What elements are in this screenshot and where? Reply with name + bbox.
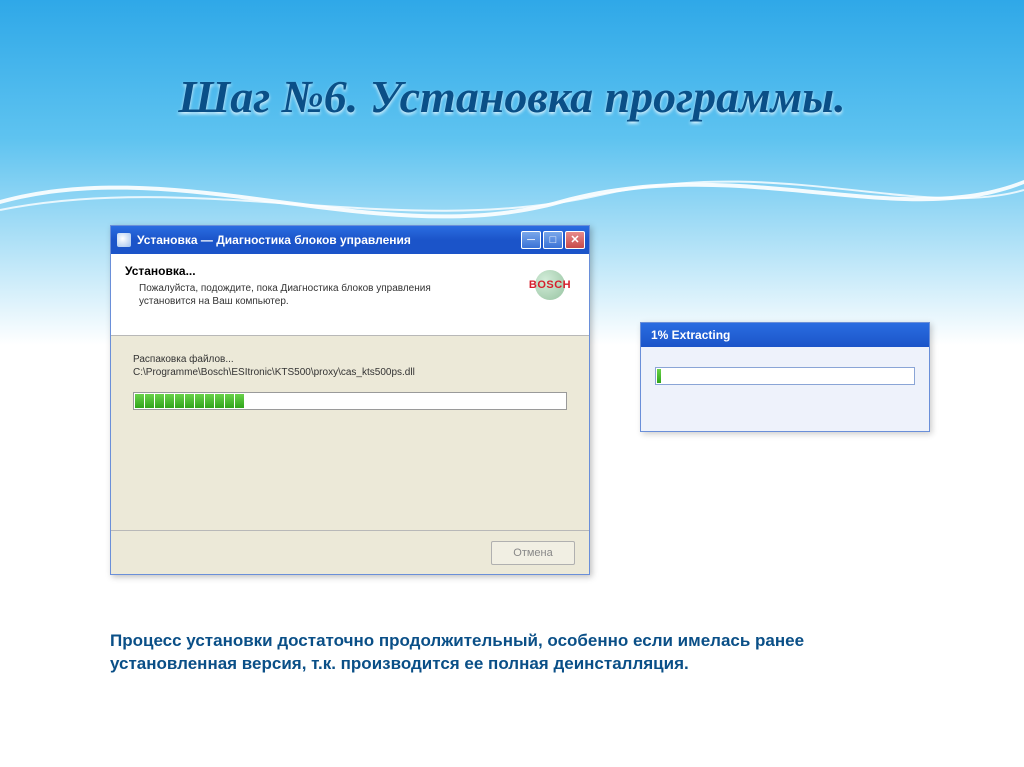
slide-title: Шаг №6. Установка программы.: [0, 70, 1024, 123]
progress-segment: [205, 394, 214, 408]
progress-segment: [215, 394, 224, 408]
bosch-logo-text: BOSCH: [529, 279, 571, 291]
status-line: Распаковка файлов...: [133, 354, 567, 365]
slide-caption: Процесс установки достаточно продолжител…: [110, 630, 910, 676]
installer-subtext: Пожалуйста, подождите, пока Диагностика …: [139, 282, 469, 308]
cancel-button[interactable]: Отмена: [491, 541, 575, 565]
installer-footer: Отмена: [111, 530, 589, 574]
progress-segment: [145, 394, 154, 408]
progress-bar: [133, 392, 567, 410]
titlebar: Установка — Диагностика блоков управлени…: [111, 226, 589, 254]
progress-segment: [175, 394, 184, 408]
progress-segment: [155, 394, 164, 408]
installer-window: Установка — Диагностика блоков управлени…: [110, 225, 590, 575]
progress-segment: [235, 394, 244, 408]
maximize-button[interactable]: □: [543, 231, 563, 249]
progress-segment: [185, 394, 194, 408]
app-icon: [117, 233, 131, 247]
extracting-progress-fill: [657, 369, 661, 383]
progress-segment: [165, 394, 174, 408]
extracting-progress-bar: [655, 367, 915, 385]
installer-heading: Установка...: [125, 264, 575, 278]
progress-segment: [195, 394, 204, 408]
extracting-title: 1% Extracting: [641, 323, 929, 347]
close-button[interactable]: ✕: [565, 231, 585, 249]
window-title: Установка — Диагностика блоков управлени…: [137, 233, 411, 247]
installer-header: Установка... Пожалуйста, подождите, пока…: [111, 254, 589, 336]
minimize-button[interactable]: ─: [521, 231, 541, 249]
bosch-logo: BOSCH: [523, 270, 577, 300]
progress-segment: [225, 394, 234, 408]
installer-body: Распаковка файлов... C:\Programme\Bosch\…: [111, 336, 589, 428]
extracting-window: 1% Extracting: [640, 322, 930, 432]
slide: Шаг №6. Установка программы. Установка —…: [0, 0, 1024, 767]
file-path: C:\Programme\Bosch\ESItronic\KTS500\prox…: [133, 367, 567, 378]
progress-segment: [135, 394, 144, 408]
